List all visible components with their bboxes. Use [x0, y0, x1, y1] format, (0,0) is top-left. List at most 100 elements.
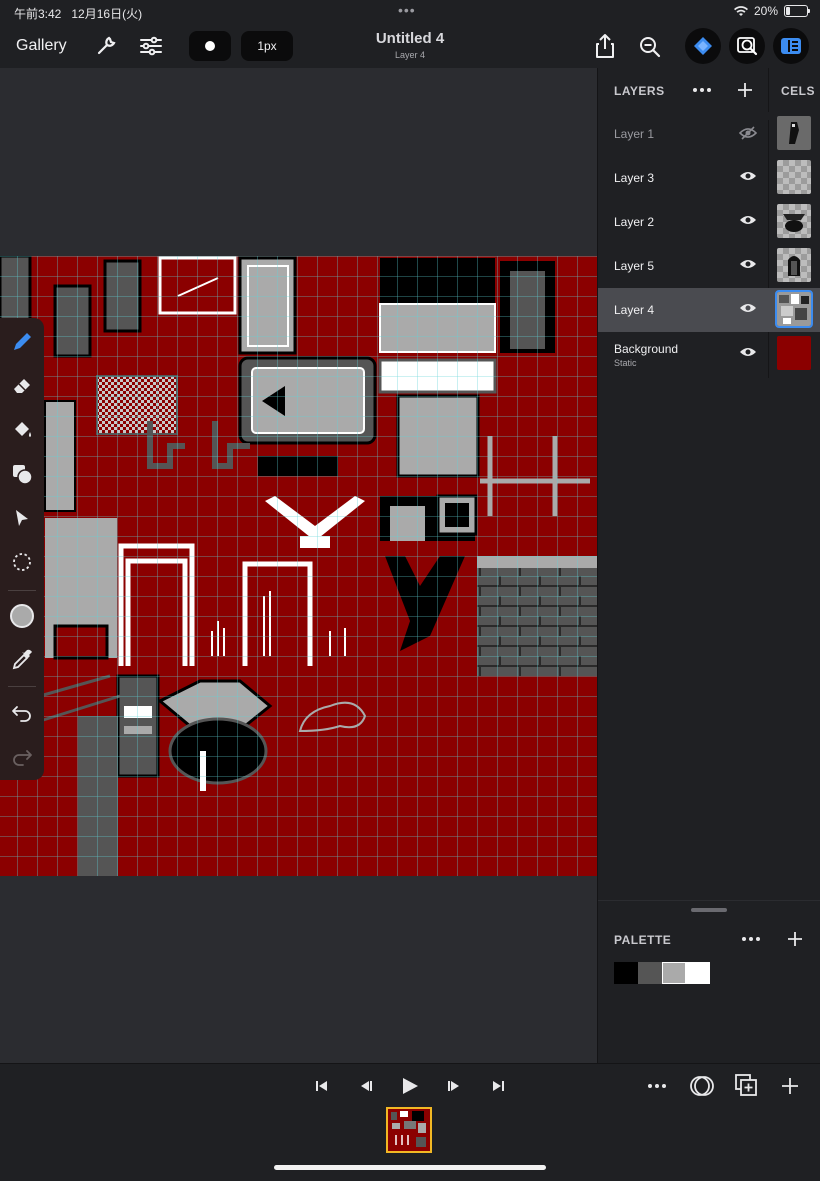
gallery-button[interactable]: Gallery: [16, 37, 67, 55]
status-right: 20%: [733, 4, 810, 18]
palette-swatch[interactable]: [614, 962, 638, 984]
cel-thumbnail[interactable]: [777, 248, 811, 282]
palette-swatch[interactable]: [638, 962, 662, 984]
animation-timeline: [0, 1063, 820, 1181]
layer-row-background[interactable]: Background Static: [598, 332, 820, 376]
brush-size-button[interactable]: 1px: [241, 31, 293, 61]
document-title[interactable]: Untitled 4 Layer 4: [310, 30, 510, 60]
palette-more-icon[interactable]: [741, 936, 761, 942]
brush-dot-icon: [205, 41, 215, 51]
multitask-dots[interactable]: •••: [398, 2, 416, 18]
last-frame-icon[interactable]: [490, 1079, 506, 1093]
lasso-select-icon: [13, 553, 31, 571]
layer-row-layer-2[interactable]: Layer 2: [598, 200, 820, 244]
wrench-icon[interactable]: [95, 35, 117, 57]
duplicate-frame-icon[interactable]: [734, 1073, 758, 1097]
panel-toggle-button[interactable]: [773, 28, 809, 64]
eyedropper-tool[interactable]: [0, 640, 44, 680]
layer-name: Layer 5: [614, 259, 655, 273]
eye-icon[interactable]: [739, 214, 757, 226]
layer-row-layer-1[interactable]: Layer 1: [598, 112, 820, 156]
brush-shape-button[interactable]: [189, 31, 231, 61]
layers-more-icon[interactable]: [692, 87, 712, 93]
move-tool[interactable]: [0, 498, 44, 538]
shapes-tool[interactable]: [0, 454, 44, 494]
color-picker-button[interactable]: [0, 596, 44, 636]
add-color-icon[interactable]: [787, 931, 803, 947]
status-bar: 午前3:42 12月16日(火) ••• 20%: [0, 0, 820, 24]
document-name: Untitled 4: [375, 30, 445, 47]
sliders-icon[interactable]: [139, 36, 163, 56]
eye-icon[interactable]: [739, 346, 757, 358]
layer-row-layer-4[interactable]: Layer 4: [598, 288, 820, 332]
pencil-icon: [14, 333, 31, 350]
layers-toggle-button[interactable]: [685, 28, 721, 64]
cel-thumbnail[interactable]: [777, 336, 811, 370]
status-time: 午前3:42 12月16日(火): [14, 7, 143, 21]
cel-thumbnail[interactable]: [777, 204, 811, 238]
add-frame-icon[interactable]: [781, 1077, 799, 1095]
eraser-icon: [14, 379, 30, 393]
battery-icon: [784, 5, 810, 17]
wifi-icon: [733, 5, 748, 16]
eye-icon[interactable]: [739, 258, 757, 270]
eraser-tool[interactable]: [0, 366, 44, 406]
share-icon[interactable]: [595, 33, 615, 59]
cel-thumbnail[interactable]: [777, 160, 811, 194]
lasso-select-tool[interactable]: [0, 542, 44, 582]
next-frame-icon[interactable]: [446, 1079, 462, 1093]
move-arrow-icon: [16, 510, 28, 526]
current-color-swatch: [10, 604, 34, 628]
tool-divider: [8, 590, 36, 591]
reference-button[interactable]: [729, 28, 765, 64]
palette-swatch-selected[interactable]: [662, 962, 686, 984]
panel-divider: [598, 900, 820, 901]
redo-icon: [13, 750, 32, 766]
eye-hidden-icon[interactable]: [739, 126, 757, 140]
layer-row-layer-3[interactable]: Layer 3: [598, 156, 820, 200]
palette-swatch[interactable]: [686, 962, 710, 984]
top-toolbar: Gallery 1px Untitled 4 Layer 4: [0, 24, 820, 68]
layers-title: LAYERS: [614, 84, 665, 98]
eyedropper-icon: [12, 649, 32, 670]
undo-button[interactable]: [0, 692, 44, 732]
battery-percent: 20%: [753, 4, 778, 18]
play-icon[interactable]: [400, 1076, 420, 1096]
shapes-icon: [13, 465, 33, 485]
cels-title: CELS: [781, 84, 816, 98]
layers-diamond-icon: [694, 37, 712, 55]
layer-name: Background: [614, 342, 679, 356]
document-current-layer: Layer 4: [394, 50, 426, 60]
previous-frame-icon[interactable]: [358, 1079, 374, 1093]
layer-name: Layer 4: [614, 303, 655, 317]
frame-thumbnail-selected[interactable]: [386, 1107, 432, 1153]
layer-row-layer-5[interactable]: Layer 5: [598, 244, 820, 288]
palette-swatches: [614, 962, 710, 984]
redo-button[interactable]: [0, 736, 44, 776]
zoom-out-icon[interactable]: [638, 35, 662, 59]
sprite-sheet-art[interactable]: [0, 256, 597, 876]
fill-tool[interactable]: [0, 410, 44, 450]
home-indicator[interactable]: [274, 1165, 546, 1170]
pixel-art-canvas[interactable]: [0, 256, 597, 876]
timeline-more-icon[interactable]: [647, 1083, 667, 1089]
tool-sidebar: [0, 318, 44, 780]
palette-title: PALETTE: [614, 933, 672, 947]
layer-name: Layer 2: [614, 215, 655, 229]
panel-toggle-icon: [781, 38, 801, 54]
eye-icon[interactable]: [739, 302, 757, 314]
onion-skin-icon[interactable]: [689, 1073, 715, 1099]
pencil-tool[interactable]: [0, 322, 44, 362]
cel-thumbnail-selected[interactable]: [775, 290, 813, 328]
undo-icon: [12, 706, 31, 722]
layer-subtitle: Static: [614, 358, 637, 368]
layer-name: Layer 3: [614, 171, 655, 185]
eye-icon[interactable]: [739, 170, 757, 182]
fill-bucket-icon: [15, 422, 31, 437]
cel-thumbnail[interactable]: [777, 116, 811, 150]
panel-resize-handle[interactable]: [691, 908, 727, 912]
layers-panel: LAYERS CELS Layer 1 Layer 3 Layer 2 Laye…: [597, 68, 820, 1063]
reference-icon: [737, 37, 758, 56]
first-frame-icon[interactable]: [314, 1079, 330, 1093]
add-layer-icon[interactable]: [737, 82, 753, 98]
